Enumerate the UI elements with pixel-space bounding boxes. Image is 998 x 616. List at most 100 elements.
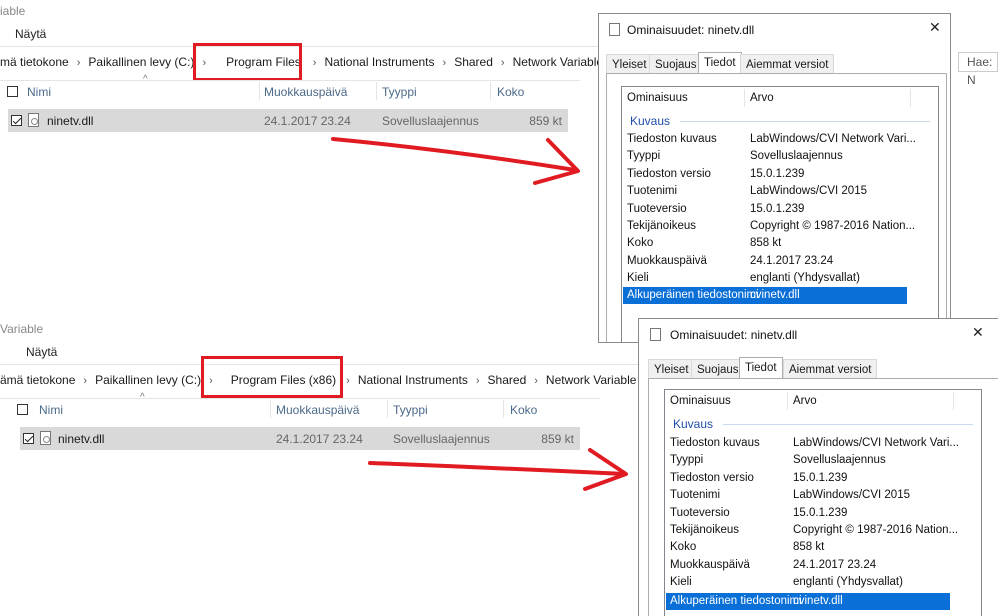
property-value: 15.0.1.239 [750,202,805,215]
property-name: Tiedoston kuvaus [670,437,760,449]
property-row[interactable]: Tuotenimi LabWindows/CVI 2015 [666,487,950,504]
breadcrumb-item[interactable]: ämä tietokone [0,373,75,387]
property-row[interactable]: Tekijänoikeus Copyright © 1987-2016 Natio… [666,522,958,539]
window-title-fragment: Variable [0,322,44,336]
column-header-size[interactable]: Koko [497,85,524,99]
tab-details[interactable]: Tiedot [739,357,783,379]
breadcrumb-item[interactable]: Paikallinen levy (C:) [88,55,194,69]
property-row[interactable]: Koko 858 kt [623,235,907,252]
property-value: 24.1.2017 23.24 [793,558,877,571]
close-icon[interactable]: ✕ [929,19,941,36]
tab-previous-versions[interactable]: Aiemmat versiot [740,54,835,74]
property-row-selected[interactable]: Alkuperäinen tiedostonimi cvinetv.dll [623,287,907,304]
property-value: Copyright © 1987-2016 Nation... [793,524,959,536]
list-header-value[interactable]: Arvo [750,87,774,109]
list-header-property[interactable]: Ominaisuus [670,390,731,412]
property-row[interactable]: Muokkauspäivä 24.1.2017 23.24 [623,253,907,270]
property-row[interactable]: Tiedoston versio 15.0.1.239 [623,166,907,183]
close-icon[interactable]: ✕ [972,324,984,341]
property-name: Tiedoston versio [627,167,711,180]
chevron-right-icon: › [83,375,88,387]
property-name: Tiedoston versio [670,471,754,484]
column-header-date[interactable]: Muokkauspäivä [264,85,347,99]
column-header-type[interactable]: Tyyppi [393,403,428,417]
arrow-bottom-shaft [368,461,627,476]
property-name: Tuotenimi [627,185,678,198]
properties-dialog-top: Ominaisuudet: ninetv.dll ✕ Yleiset Suoja… [598,13,951,343]
property-row[interactable]: Muokkauspäivä 24.1.2017 23.24 [666,557,950,574]
breadcrumb-item[interactable]: National Instruments [324,55,434,69]
breadcrumb-item[interactable]: Paikallinen levy (C:) [95,373,201,387]
dll-file-icon [28,113,39,127]
property-name: Koko [670,541,697,554]
property-row-selected[interactable]: Alkuperäinen tiedostonimi cvinetv.dll [666,593,950,610]
file-row[interactable]: ninetv.dll 24.1.2017 23.24 Sovelluslaaje… [20,427,580,450]
column-header-date[interactable]: Muokkauspäivä [276,403,359,417]
column-header-size[interactable]: Koko [510,403,537,417]
properties-list[interactable]: Ominaisuus Arvo Kuvaus Tiedoston kuvaus L… [664,389,982,616]
property-value: LabWindows/CVI Network Vari... [750,133,916,145]
chevron-right-icon: › [76,57,81,69]
property-row[interactable]: Tuotenimi LabWindows/CVI 2015 [623,183,907,200]
property-row[interactable]: Tyyppi Sovelluslaajennus [623,148,907,165]
file-name: ninetv.dll [47,114,94,128]
property-row[interactable]: Tiedoston kuvaus LabWindows/CVI Network V… [666,435,959,452]
property-name: Tekijänoikeus [670,524,740,536]
file-row[interactable]: ninetv.dll 24.1.2017 23.24 Sovelluslaaje… [8,109,568,132]
properties-list[interactable]: Ominaisuus Arvo Kuvaus Tiedoston kuvaus L… [621,86,939,342]
breadcrumb-item[interactable]: Network Variable [546,373,636,387]
property-value: Copyright © 1987-2016 Nation... [750,220,916,232]
tab-previous-versions[interactable]: Aiemmat versiot [783,359,878,379]
column-header-name[interactable]: Nimi [27,85,51,99]
tab-details[interactable]: Tiedot [698,52,742,74]
property-row[interactable]: Tuoteversio 15.0.1.239 [666,505,950,522]
property-row[interactable]: Tekijänoikeus Copyright © 1987-2016 Natio… [623,218,915,235]
column-header-name[interactable]: Nimi [39,403,63,417]
highlight-box [201,356,343,398]
menu-view[interactable]: Näytä [15,27,46,41]
property-row[interactable]: Tuoteversio 15.0.1.239 [623,201,907,218]
list-header-property[interactable]: Ominaisuus [627,87,688,109]
properties-dialog-bottom: Ominaisuudet: ninetv.dll ✕ Yleiset Suoja… [638,318,998,616]
tab-general[interactable]: Yleiset [648,359,695,379]
property-value: 15.0.1.239 [793,471,848,484]
tab-general[interactable]: Yleiset [606,54,653,74]
file-icon [609,23,620,36]
tab-security[interactable]: Suojaus [691,359,745,379]
property-row[interactable]: Koko 858 kt [666,539,950,556]
property-row[interactable]: Tiedoston kuvaus LabWindows/CVI Network V… [623,131,916,148]
breadcrumb-item[interactable]: National Instruments [358,373,468,387]
property-value: englanti (Yhdysvallat) [750,272,860,285]
search-input[interactable]: Hae: N [958,52,998,87]
chevron-right-icon: › [442,57,447,69]
property-row[interactable]: Kieli englanti (Yhdysvallat) [666,574,950,591]
select-all-checkbox[interactable] [17,404,28,415]
property-name: Tuoteversio [670,506,730,519]
breadcrumb-item[interactable]: Network Variable [513,55,603,69]
row-checkbox[interactable] [23,433,34,444]
list-header-value[interactable]: Arvo [793,390,817,412]
chevron-right-icon: › [312,57,317,69]
breadcrumb-item[interactable]: Shared [488,373,527,387]
property-value: LabWindows/CVI Network Vari... [793,437,959,449]
property-row[interactable]: Kieli englanti (Yhdysvallat) [623,270,907,287]
menu-view[interactable]: Näytä [26,345,57,359]
window-title-fragment: iable [0,4,26,18]
breadcrumb-item[interactable]: Shared [454,55,493,69]
breadcrumb-item[interactable]: mä tietokone [0,55,69,69]
dialog-title: Ominaisuudet: ninetv.dll [670,328,798,342]
file-name: ninetv.dll [58,432,105,446]
sort-up-icon: ^ [143,74,148,85]
file-type: Sovelluslaajennus [393,432,490,446]
row-checkbox[interactable] [11,115,22,126]
property-row[interactable]: Tiedoston versio 15.0.1.239 [666,470,950,487]
tab-security[interactable]: Suojaus [649,54,703,74]
select-all-checkbox[interactable] [7,86,18,97]
property-value: Sovelluslaajennus [793,454,886,467]
property-name: Alkuperäinen tiedostonimi [670,595,802,607]
details-panel: Ominaisuus Arvo Kuvaus Tiedoston kuvaus L… [606,73,947,342]
property-row[interactable]: Tyyppi Sovelluslaajennus [666,452,950,469]
chevron-right-icon: › [346,375,350,387]
property-name: Tiedoston kuvaus [627,133,717,145]
column-header-type[interactable]: Tyyppi [382,85,417,99]
